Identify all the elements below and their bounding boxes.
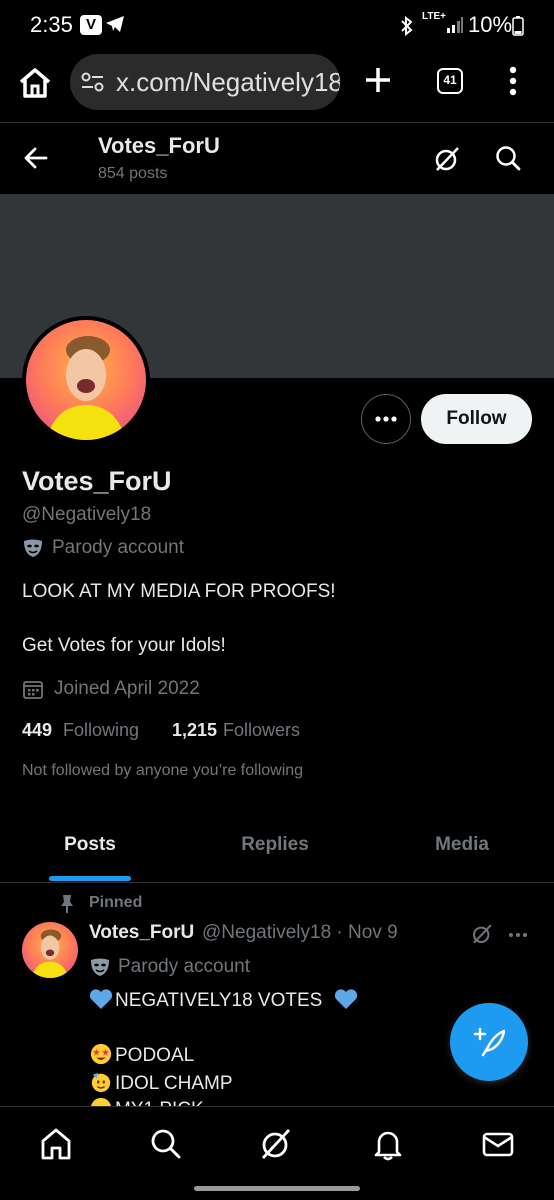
compose-post-button[interactable] (450, 1003, 528, 1081)
divider (0, 882, 554, 883)
post-meta: @Negatively18 · Nov 9 (202, 922, 398, 943)
followers-link[interactable]: Followers (223, 720, 300, 741)
post-more-icon[interactable] (506, 923, 530, 947)
follow-button[interactable]: Follow (421, 394, 532, 444)
bio-line: Get Votes for your Idols! (22, 635, 226, 656)
blue-heart-icon (334, 989, 357, 1009)
bluetooth-icon (400, 16, 414, 36)
parody-label: Parody account (118, 956, 251, 977)
search-icon[interactable] (494, 144, 522, 172)
parody-label: Parody account (52, 537, 185, 558)
back-arrow-icon[interactable] (22, 144, 50, 172)
followed-by-note: Not followed by anyone you’re following (22, 762, 304, 779)
followers-count[interactable]: 1,215 (172, 720, 217, 741)
tab-media[interactable]: Media (372, 834, 552, 856)
divider (0, 122, 554, 123)
signal-icon (446, 16, 464, 34)
network-type: LTE+ (422, 11, 446, 22)
post-text-line: NEGATIVELY18 VOTES (89, 988, 360, 1012)
post-author-avatar[interactable] (22, 922, 78, 978)
home-icon[interactable] (38, 1126, 74, 1162)
following-link[interactable]: Following (63, 720, 139, 741)
profile-avatar[interactable] (22, 316, 150, 444)
active-tab-indicator (49, 876, 131, 881)
battery-percent: 10% (468, 12, 513, 37)
browser-menu-icon[interactable] (508, 66, 518, 96)
more-options-button[interactable] (361, 394, 411, 444)
url-bar[interactable]: x.com/Negatively18 (70, 54, 340, 110)
handle: @Negatively18 (22, 504, 152, 525)
post-text-line: IDOL CHAMP (89, 1071, 233, 1095)
gesture-handle[interactable] (194, 1186, 360, 1191)
tab-posts[interactable]: Posts (0, 834, 180, 856)
post-item: IDOL CHAMP (115, 1073, 233, 1094)
tab-replies[interactable]: Replies (185, 834, 365, 856)
site-settings-icon[interactable] (80, 70, 106, 94)
post-item: PODOAL (115, 1045, 195, 1066)
header-title: Votes_ForU (98, 133, 220, 158)
url-text[interactable]: x.com/Negatively18 (116, 67, 340, 98)
bell-icon[interactable] (370, 1126, 406, 1162)
search-icon[interactable] (148, 1126, 184, 1162)
party-emoji-icon (91, 1072, 111, 1093)
post-text-line: PODOAL (89, 1043, 194, 1067)
post-author-name[interactable]: Votes_ForU (89, 922, 194, 944)
battery-icon (512, 16, 524, 36)
following-count[interactable]: 449 (22, 720, 52, 741)
pinned-label: Pinned (89, 894, 143, 911)
grok-icon[interactable] (470, 922, 494, 946)
telegram-icon (105, 15, 125, 33)
parody-mask-icon (89, 957, 111, 977)
tab-switcher-button[interactable]: 41 (437, 68, 463, 94)
new-tab-icon[interactable] (362, 64, 394, 96)
post-headline: NEGATIVELY18 VOTES (115, 990, 323, 1011)
pin-icon (59, 894, 75, 914)
parody-mask-icon (22, 538, 44, 558)
joined-date: Joined April 2022 (54, 678, 200, 699)
status-time: 2:35 (30, 12, 73, 37)
blue-heart-icon (89, 989, 113, 1009)
display-name: Votes_ForU (22, 466, 172, 496)
header-post-count: 854 posts (98, 165, 168, 182)
star-eyes-emoji-icon (90, 1043, 112, 1065)
v-app-icon: V (80, 15, 102, 35)
calendar-icon (22, 678, 44, 700)
grok-icon[interactable] (258, 1126, 294, 1162)
grok-icon[interactable] (432, 144, 462, 174)
bio-line: LOOK AT MY MEDIA FOR PROOFS! (22, 581, 336, 602)
mail-icon[interactable] (480, 1126, 516, 1162)
home-icon[interactable] (16, 66, 54, 100)
